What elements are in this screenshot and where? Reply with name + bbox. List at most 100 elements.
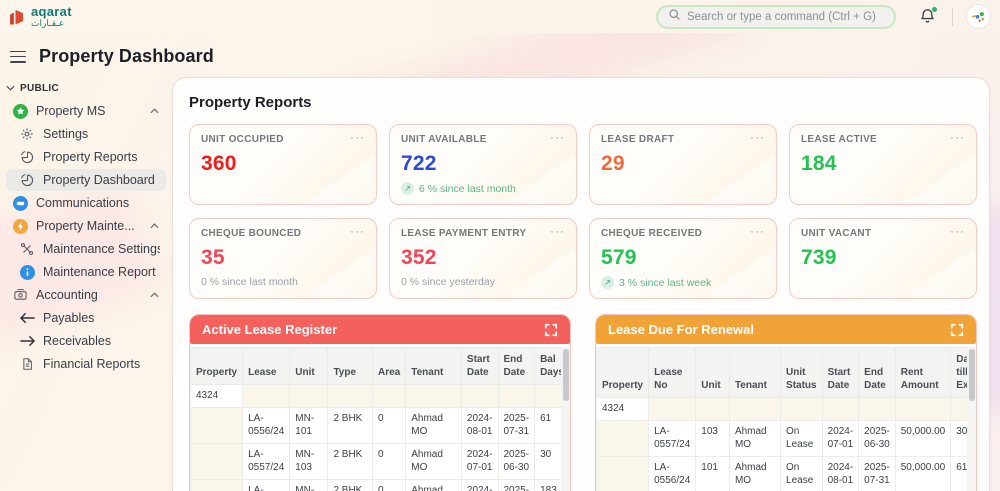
chevron-up-icon[interactable]	[150, 223, 160, 229]
sidebar-item-settings[interactable]: Settings	[6, 123, 166, 145]
global-search[interactable]	[656, 4, 896, 29]
vertical-scrollbar[interactable]	[968, 349, 975, 401]
table-cell	[596, 455, 650, 491]
chevron-up-icon[interactable]	[150, 108, 160, 114]
search-input[interactable]	[687, 10, 884, 23]
table-cell: 2025-06-30	[858, 419, 896, 457]
card-menu-button[interactable]: ···	[350, 131, 365, 143]
column-header-tenant: Tenant	[728, 347, 782, 398]
sidebar-item-label: Communications	[36, 196, 130, 210]
user-avatar[interactable]	[967, 5, 990, 28]
trend-up-icon: ↗	[401, 182, 414, 195]
table-row[interactable]: LA-0556/24 MN-101 2 BHK 0 Ahmad MO 2024-08-01…	[190, 406, 570, 444]
pie-chart-icon	[19, 149, 35, 165]
column-header-unit-status: Unit Status	[780, 347, 823, 398]
table-cell: Ahmad MO	[405, 406, 462, 444]
kpi-label: LEASE ACTIVE	[801, 134, 878, 145]
cash-icon	[12, 287, 28, 303]
info-circle-icon	[19, 264, 35, 280]
sidebar-item-label: Accounting	[36, 288, 98, 302]
table-cell: 2024-	[460, 478, 499, 491]
sidebar-item-property-mainte[interactable]: Property Mainte...	[6, 215, 166, 237]
kpi-label: CHEQUE BOUNCED	[201, 228, 302, 239]
kpi-label: CHEQUE RECEIVED	[601, 228, 703, 239]
kpi-value: 579	[601, 246, 637, 269]
table-row[interactable]: LA-MN-1042 BHK0Ahmad MO2024-2025-183	[190, 478, 570, 491]
sidebar-item-label: Maintenance Settings	[43, 242, 160, 256]
table-cell: 2 BHK	[327, 478, 373, 491]
kpi-value: 352	[401, 246, 437, 269]
star-circle-icon	[12, 103, 28, 119]
kpi-trend: 0 % since yesterday	[401, 276, 565, 288]
trend-text: 0 % since yesterday	[401, 276, 495, 288]
table-cell: On Lease	[780, 455, 823, 491]
card-menu-button[interactable]: ···	[750, 225, 765, 237]
table-cell: 101	[695, 455, 730, 491]
vertical-scrollbar[interactable]	[562, 349, 569, 401]
logo-text: aqarat	[31, 4, 72, 19]
kpi-card-cheque-received: CHEQUE RECEIVED ··· 579 ↗ 3 % since last wee…	[589, 218, 777, 299]
menu-hamburger-icon[interactable]	[10, 50, 26, 63]
card-menu-button[interactable]: ···	[950, 131, 965, 143]
table-row[interactable]: LA-0557/24 MN-103 2 BHK 0 Ahmad MO 2024-07-01…	[190, 442, 570, 480]
table-cell: 2024-08-01	[821, 455, 860, 491]
table-cell	[242, 384, 291, 408]
column-header-lease: Lease	[242, 347, 291, 385]
table-cell: MN-103	[289, 442, 329, 480]
gear-icon	[19, 126, 35, 142]
table-cell: 2024-08-01	[460, 406, 499, 444]
kpi-cards-grid: UNIT OCCUPIED ··· 360 UNIT AVAILABLE ··· 722 ↗…	[189, 124, 977, 299]
column-header-start-date: Start Date	[460, 347, 499, 385]
file-icon	[19, 356, 35, 372]
table-cell	[190, 478, 244, 491]
aqarat-logo-icon	[8, 6, 28, 28]
sidebar-item-label: Property Mainte...	[36, 219, 135, 233]
active-lease-register-table-card: Active Lease Register Property Lease Unit Ty…	[189, 314, 571, 491]
sidebar-item-property-ms[interactable]: Property MS	[6, 100, 166, 122]
card-menu-button[interactable]: ···	[550, 225, 565, 237]
chat-circle-icon	[12, 195, 28, 211]
sidebar-item-payables[interactable]: Payables	[6, 307, 166, 329]
table-row[interactable]: 4324	[190, 384, 570, 408]
sidebar-item-label: Property Reports	[43, 150, 138, 164]
vertical-scrollbar-track	[967, 347, 976, 491]
table-row[interactable]: LA-0556/24 101 Ahmad MO On Lease 2024-08-01 2…	[596, 455, 976, 491]
table-cell	[596, 419, 650, 457]
sidebar-item-maintenance-settings[interactable]: Maintenance Settings	[6, 238, 166, 260]
notifications-bell-icon[interactable]	[918, 6, 938, 27]
sidebar-section-public[interactable]: PUBLIC	[6, 81, 166, 100]
table-cell	[460, 384, 499, 408]
sidebar-item-property-dashboard[interactable]: Property Dashboard	[6, 169, 166, 191]
pie-chart-icon	[19, 172, 35, 188]
top-navbar: aqarat عـقـارات	[0, 0, 1000, 33]
table-cell: 0	[371, 442, 407, 480]
sidebar-item-property-reports[interactable]: Property Reports	[6, 146, 166, 168]
sidebar-item-maintenance-report[interactable]: Maintenance Report	[6, 261, 166, 283]
table-cell	[728, 397, 782, 421]
sidebar-item-accounting[interactable]: Accounting	[6, 284, 166, 306]
card-menu-button[interactable]: ···	[750, 131, 765, 143]
sidebar-item-receivables[interactable]: Receivables	[6, 330, 166, 352]
card-menu-button[interactable]: ···	[350, 225, 365, 237]
column-header-property: Property	[190, 347, 244, 385]
kpi-trend: ↗ 3 % since last week	[601, 276, 765, 289]
kpi-trend: 0 % since last month	[201, 276, 365, 288]
search-icon	[668, 8, 681, 26]
sidebar-item-label: Financial Reports	[43, 357, 141, 371]
sidebar-item-financial-reports[interactable]: Financial Reports	[6, 353, 166, 375]
trend-text: 0 % since last month	[201, 276, 298, 288]
column-header-end-date: End Date	[497, 347, 536, 385]
table-title: Lease Due For Renewal	[608, 322, 754, 337]
table-row[interactable]: 4324	[596, 397, 976, 421]
sidebar-item-communications[interactable]: Communications	[6, 192, 166, 214]
table-cell: LA-0557/24	[242, 442, 291, 480]
expand-icon[interactable]	[544, 323, 558, 337]
app-logo[interactable]: aqarat عـقـارات	[8, 5, 72, 28]
chevron-up-icon[interactable]	[150, 292, 160, 298]
table-cell: Ahmad MO	[405, 442, 462, 480]
table-cell: 2 BHK	[327, 442, 373, 480]
card-menu-button[interactable]: ···	[950, 225, 965, 237]
table-row[interactable]: LA-0557/24 103 Ahmad MO On Lease 2024-07-01 2…	[596, 419, 976, 457]
expand-icon[interactable]	[950, 323, 964, 337]
card-menu-button[interactable]: ···	[550, 131, 565, 143]
